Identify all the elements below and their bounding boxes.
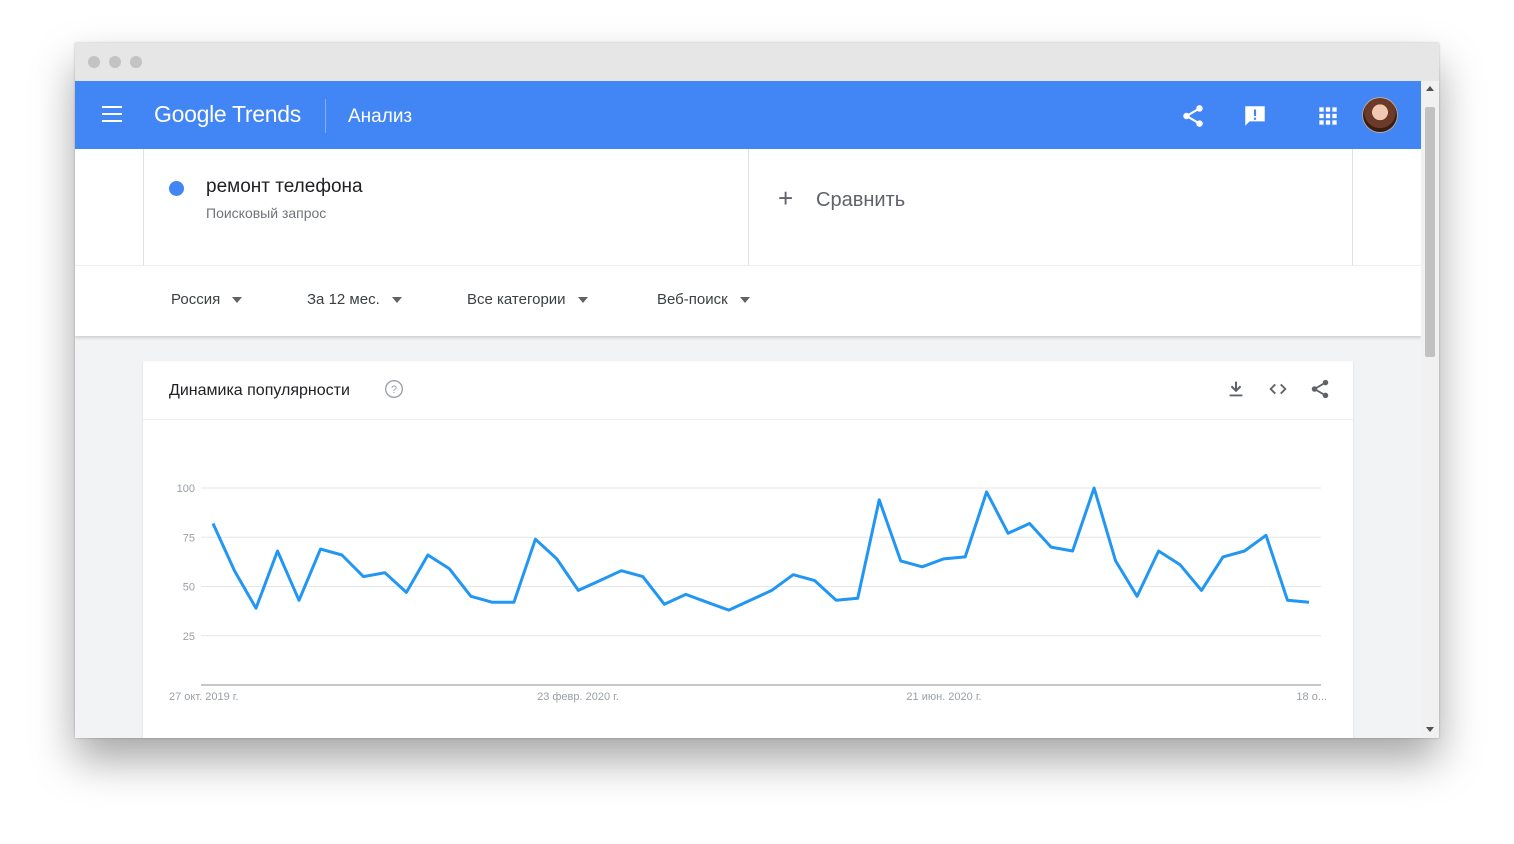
- x-tick-label: 21 июн. 2020 г.: [906, 691, 981, 703]
- share-icon[interactable]: [1180, 103, 1206, 129]
- category-filter-label: Все категории: [467, 291, 566, 308]
- region-filter-label: Россия: [171, 291, 221, 308]
- chevron-down-icon: [739, 297, 750, 304]
- browser-window: Google Trends Анализ ремонт телефона Пои…: [75, 43, 1439, 738]
- search-type-filter[interactable]: Веб-поиск: [657, 291, 750, 308]
- menu-icon[interactable]: [102, 106, 122, 124]
- term-color-dot: [169, 181, 184, 196]
- help-icon[interactable]: ?: [384, 379, 404, 399]
- download-icon[interactable]: [1225, 378, 1247, 400]
- period-filter-label: За 12 мес.: [307, 291, 380, 308]
- app-logo[interactable]: Google Trends: [154, 101, 301, 128]
- window-minimize-button[interactable]: [109, 56, 121, 68]
- apps-icon[interactable]: [1315, 103, 1341, 129]
- compare-card[interactable]: + Сравнить: [748, 149, 1353, 265]
- scroll-down-arrow[interactable]: [1426, 727, 1434, 732]
- interest-line-chart: 25 50 75 100 27 окт. 2019 г. 23 февр. 2020 г.…: [169, 483, 1327, 703]
- panel-header: Динамика популярности ?: [143, 361, 1353, 420]
- panel-title: Динамика популярности: [169, 382, 350, 399]
- feedback-icon[interactable]: [1242, 103, 1268, 129]
- plus-icon[interactable]: +: [778, 185, 793, 211]
- filters-bar: Россия За 12 мес. Все категории Веб-поис…: [75, 265, 1421, 336]
- x-tick-label: 27 окт. 2019 г.: [169, 691, 239, 703]
- window-titlebar: [75, 43, 1439, 81]
- svg-text:?: ?: [391, 384, 397, 396]
- y-tick-label: 75: [183, 532, 195, 544]
- y-tick-label: 50: [183, 582, 195, 594]
- search-term-type: Поисковый запрос: [206, 205, 327, 221]
- search-term-label[interactable]: ремонт телефона: [206, 176, 363, 198]
- scroll-up-arrow[interactable]: [1426, 86, 1434, 91]
- region-filter[interactable]: Россия: [171, 291, 243, 308]
- header-divider: [325, 99, 326, 133]
- scroll-thumb[interactable]: [1425, 107, 1435, 357]
- series-line: [211, 486, 1310, 612]
- window-maximize-button[interactable]: [130, 56, 142, 68]
- category-filter[interactable]: Все категории: [467, 291, 588, 308]
- app-header: Google Trends Анализ: [75, 81, 1421, 149]
- y-tick-label: 25: [183, 631, 195, 643]
- x-tick-label: 23 февр. 2020 г.: [537, 691, 619, 703]
- compare-button[interactable]: Сравнить: [816, 189, 905, 212]
- x-tick-label: 18 о...: [1296, 691, 1327, 703]
- y-tick-label: 100: [177, 483, 195, 495]
- search-term-card[interactable]: ремонт телефона Поисковый запрос: [143, 149, 749, 265]
- avatar[interactable]: [1362, 97, 1398, 133]
- period-filter[interactable]: За 12 мес.: [307, 291, 402, 308]
- search-terms-row: ремонт телефона Поисковый запрос + Сравн…: [75, 149, 1421, 265]
- chevron-down-icon: [391, 297, 402, 304]
- interest-over-time-panel: Динамика популярности ? 25 50 75 100 27 окт.…: [143, 361, 1353, 738]
- window-close-button[interactable]: [88, 56, 100, 68]
- share-icon[interactable]: [1309, 378, 1331, 400]
- chevron-down-icon: [232, 297, 243, 304]
- search-type-filter-label: Веб-поиск: [657, 291, 728, 308]
- scrollbar[interactable]: [1421, 81, 1439, 738]
- embed-icon[interactable]: [1267, 378, 1289, 400]
- page-title: Анализ: [348, 106, 413, 127]
- chevron-down-icon: [577, 297, 588, 304]
